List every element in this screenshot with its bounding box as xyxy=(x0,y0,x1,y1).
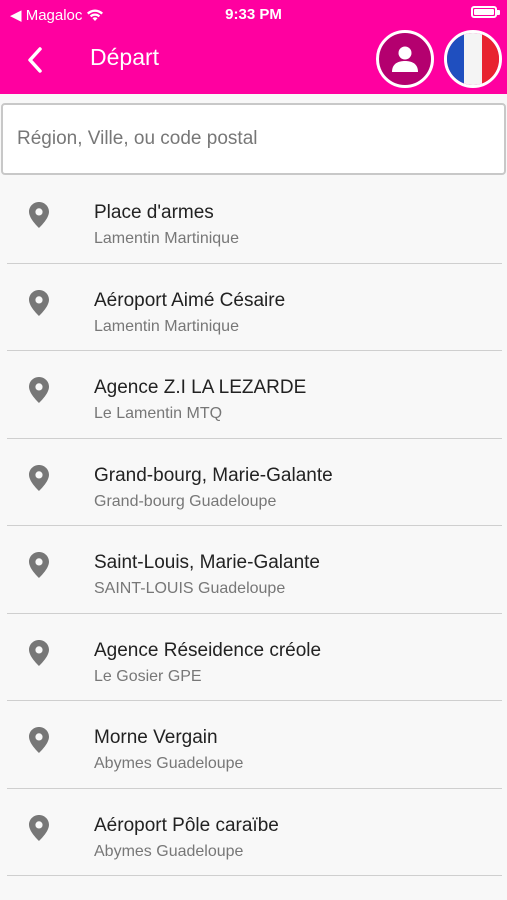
location-name: Saint-Louis, Marie-Galante xyxy=(94,552,320,573)
battery-icon xyxy=(471,6,500,18)
location-item[interactable]: Place d'armes Lamentin Martinique xyxy=(0,176,507,264)
chevron-left-icon xyxy=(28,47,42,73)
location-subtitle: Abymes Guadeloupe xyxy=(94,755,244,772)
status-time: 9:33 PM xyxy=(225,6,282,23)
location-item[interactable]: Morne Vergain Abymes Guadeloupe xyxy=(0,701,507,789)
flag-blue-stripe xyxy=(447,33,465,85)
flag-red-stripe xyxy=(481,33,499,85)
location-pin-icon xyxy=(29,639,49,666)
location-name: Morne Vergain xyxy=(94,727,218,748)
location-item[interactable]: Aéroport Pôle caraïbe Abymes Guadeloupe xyxy=(0,789,507,876)
flag-white-stripe xyxy=(464,33,482,85)
location-item[interactable]: Agence Z.I LA LEZARDE Le Lamentin MTQ xyxy=(0,351,507,439)
location-subtitle: Grand-bourg Guadeloupe xyxy=(94,492,277,510)
navigation-bar: Départ xyxy=(0,28,507,94)
divider xyxy=(7,875,502,876)
app-header: ◀ Magaloc 9:33 PM Départ xyxy=(0,0,507,94)
location-name: Aéroport Aimé Césaire xyxy=(94,289,286,311)
location-pin-icon xyxy=(29,289,49,316)
location-pin-icon xyxy=(29,202,49,228)
location-item[interactable]: Agence Réseidence créole Le Gosier GPE xyxy=(0,614,507,701)
profile-button[interactable] xyxy=(376,30,434,88)
location-pin-icon xyxy=(29,377,49,403)
location-subtitle: Le Gosier GPE xyxy=(94,667,202,685)
location-subtitle: Lamentin Martinique xyxy=(94,317,239,335)
location-list: Place d'armes Lamentin Martinique Aéropo… xyxy=(0,176,507,876)
search-field[interactable] xyxy=(1,103,506,175)
language-flag-button[interactable] xyxy=(444,30,502,88)
location-pin-icon xyxy=(29,727,49,753)
status-bar-right xyxy=(471,6,500,18)
location-pin-icon xyxy=(29,814,49,841)
location-name: Aéroport Pôle caraïbe xyxy=(94,814,279,836)
user-icon xyxy=(392,46,418,72)
location-pin-icon xyxy=(29,552,49,578)
location-subtitle: SAINT-LOUIS Guadeloupe xyxy=(94,580,286,597)
search-input[interactable] xyxy=(3,105,504,173)
location-name: Agence Z.I LA LEZARDE xyxy=(94,377,307,398)
location-subtitle: Lamentin Martinique xyxy=(94,230,239,247)
location-name: Grand-bourg, Marie-Galante xyxy=(94,464,333,486)
page-title: Départ xyxy=(90,44,160,70)
location-subtitle: Le Lamentin MTQ xyxy=(94,405,223,422)
location-item[interactable]: Aéroport Aimé Césaire Lamentin Martiniqu… xyxy=(0,264,507,351)
location-subtitle: Abymes Guadeloupe xyxy=(94,842,244,860)
status-bar: ◀ Magaloc 9:33 PM xyxy=(0,0,507,28)
location-item[interactable]: Grand-bourg, Marie-Galante Grand-bourg G… xyxy=(0,439,507,526)
location-item[interactable]: Saint-Louis, Marie-Galante SAINT-LOUIS G… xyxy=(0,526,507,614)
location-name: Agence Réseidence créole xyxy=(94,639,322,661)
back-button[interactable] xyxy=(20,42,52,78)
location-name: Place d'armes xyxy=(94,202,214,223)
location-pin-icon xyxy=(29,464,49,491)
